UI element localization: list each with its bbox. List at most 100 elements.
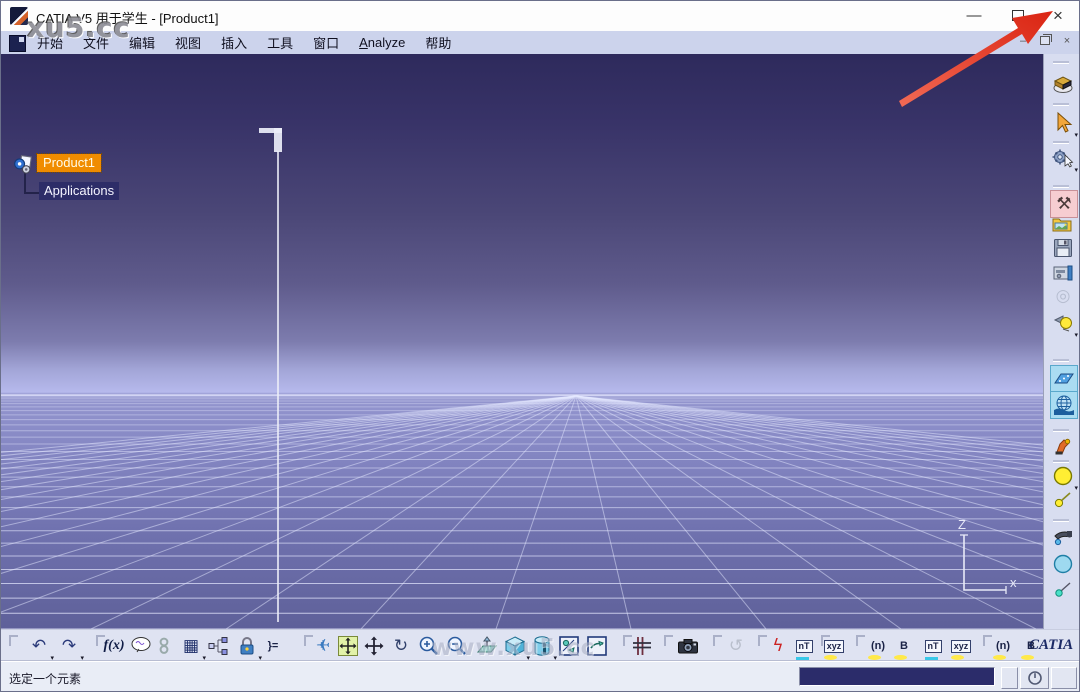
toolbar-handle[interactable] (664, 635, 673, 646)
titlebar: CATIA V5 用于学生 - [Product1] — × (1, 1, 1079, 32)
select-arrow-icon[interactable]: ▾ (1050, 110, 1076, 136)
menu-item-start[interactable]: 开始 (27, 31, 73, 54)
menu-items: 开始文件编辑视图插入工具窗口Analyze帮助 (27, 31, 461, 54)
toolbar-handle[interactable] (1053, 103, 1069, 105)
lock-icon[interactable]: ▾ (234, 633, 260, 659)
maximize-button[interactable] (1001, 1, 1035, 30)
toolbar-handle[interactable] (1053, 61, 1069, 63)
rotate-icon[interactable]: ↻ (388, 633, 414, 659)
open-folder-icon[interactable] (1050, 211, 1076, 237)
document-icon[interactable] (9, 35, 26, 52)
bottom-toolbar: CATIA ↶▾↷▾f(x)▦▾▾}=✈↻▾▾↺ϟnTxyz(n)BnTxyz(… (1, 629, 1079, 662)
3d-viewport[interactable]: Product1 Applications Z x (1, 54, 1043, 629)
fly-mode-icon[interactable]: ✈ (310, 633, 336, 659)
iso-view-icon[interactable]: ▾ (502, 633, 528, 659)
gear-select-icon[interactable]: ▾ (1050, 145, 1076, 171)
normal-view-icon[interactable] (474, 633, 500, 659)
point-tool-cyan-icon[interactable] (1050, 578, 1076, 604)
product-structure-icon[interactable] (205, 633, 231, 659)
menu-item-help[interactable]: 帮助 (415, 31, 461, 54)
minimize-button[interactable]: — (957, 1, 991, 30)
dmu-robot-icon[interactable] (1050, 433, 1076, 459)
mdi-close-button[interactable]: × (1059, 33, 1075, 48)
design-table-icon[interactable]: ▦▾ (178, 633, 204, 659)
zoom-in-icon[interactable] (416, 633, 442, 659)
formula-icon[interactable]: f(x) (101, 633, 127, 659)
tree-item-product1[interactable]: Product1 (37, 154, 101, 172)
toolbar-handle[interactable] (1053, 141, 1069, 143)
circle-tool-yellow-icon[interactable]: ▾ (1050, 463, 1076, 489)
redo-icon[interactable]: ↷▾ (56, 633, 82, 659)
window-title: CATIA V5 用于学生 - [Product1] (36, 8, 219, 27)
toolbar-handle[interactable] (1053, 359, 1069, 361)
menu-item-window[interactable]: 窗口 (303, 31, 349, 54)
circle-tool-cyan-icon[interactable] (1050, 551, 1076, 577)
dial-button[interactable] (1020, 667, 1049, 689)
toolbar-handle[interactable] (1053, 429, 1069, 431)
link-icon[interactable] (151, 633, 177, 659)
disabled-circle-icon[interactable]: ◎ (1050, 283, 1076, 309)
knowledge-bolt-icon[interactable]: ϟ (765, 633, 791, 659)
status-small-button[interactable] (1001, 667, 1018, 689)
rules-icon[interactable]: }= (260, 633, 286, 659)
split-view-icon[interactable] (556, 633, 582, 659)
pan-icon[interactable] (361, 633, 387, 659)
menubar: 开始文件编辑视图插入工具窗口Analyze帮助 – × (1, 31, 1079, 55)
frame-line (277, 151, 279, 622)
work-grid-icon[interactable] (629, 633, 655, 659)
measure-n2-icon[interactable]: (n) (990, 633, 1016, 659)
catalog-light-icon[interactable]: ▾ (1050, 310, 1076, 336)
measure-xyz2-icon-label: xyz (951, 640, 972, 653)
dial-icon (1026, 670, 1044, 686)
parameter-nt-icon[interactable]: nT (920, 633, 946, 659)
menu-item-file[interactable]: 文件 (73, 31, 119, 54)
product-workbench-icon[interactable] (1050, 70, 1076, 96)
edit-parameter-nt-icon[interactable]: nT (791, 633, 817, 659)
measure-xyz-icon-label: xyz (824, 640, 845, 653)
menu-item-analyze[interactable]: Analyze (349, 33, 415, 52)
menu-item-edit[interactable]: 编辑 (119, 31, 165, 54)
edit-parameter-nt-icon-label: nT (796, 640, 813, 653)
measure-xyz2-icon[interactable]: xyz (948, 633, 974, 659)
toolbar-handle[interactable] (9, 635, 18, 646)
surface-plane-icon[interactable] (1050, 365, 1078, 393)
axis-label-x: x (1010, 575, 1017, 590)
disabled-circle-icon-label: ◎ (1056, 288, 1071, 305)
power-input[interactable] (799, 667, 995, 686)
mdi-minimize-button[interactable]: – (1015, 33, 1031, 48)
globe-environment-icon[interactable] (1050, 391, 1078, 419)
capture-camera-icon[interactable] (675, 633, 701, 659)
measure-xyz-icon[interactable]: xyz (821, 633, 847, 659)
measure-inertia-icon[interactable]: B (891, 633, 917, 659)
measure-n-icon[interactable]: (n) (865, 633, 891, 659)
render-style-icon[interactable]: ▾ (529, 633, 555, 659)
measure-n-icon-label: (n) (871, 640, 885, 652)
redo-icon-label: ↷ (62, 638, 76, 655)
measure-inertia2-icon[interactable]: B (1018, 633, 1044, 659)
update-swirl-icon[interactable]: ↺ (723, 633, 749, 659)
save-floppy-icon[interactable] (1050, 235, 1076, 261)
toolbar-handle[interactable] (1053, 519, 1069, 521)
toolbar-handle[interactable] (1053, 185, 1069, 187)
main-area: Product1 Applications Z x ▾▾⚒◎▾▾ (1, 54, 1079, 629)
rotate-icon-label: ↻ (394, 638, 408, 655)
rules-icon-label: }= (268, 640, 279, 652)
toolbar-handle[interactable] (713, 635, 722, 646)
toolbar-handle[interactable] (1053, 460, 1069, 462)
faucet-tool-icon[interactable] (1050, 525, 1076, 551)
product-icon[interactable] (13, 154, 35, 181)
swap-view-icon[interactable] (584, 633, 610, 659)
undo-icon[interactable]: ↶▾ (26, 633, 52, 659)
app-icon (10, 7, 28, 25)
menu-item-view[interactable]: 视图 (165, 31, 211, 54)
point-tool-yellow-icon[interactable] (1050, 488, 1076, 514)
menu-item-tools[interactable]: 工具 (257, 31, 303, 54)
fit-all-icon[interactable] (335, 633, 361, 659)
close-button[interactable]: × (1041, 1, 1075, 30)
mdi-restore-button[interactable] (1037, 33, 1053, 48)
toolbar-handle[interactable] (856, 635, 865, 646)
status-corner-button[interactable] (1051, 667, 1077, 689)
menu-item-insert[interactable]: 插入 (211, 31, 257, 54)
tree-item-applications[interactable]: Applications (39, 182, 119, 200)
zoom-out-icon[interactable] (444, 633, 470, 659)
